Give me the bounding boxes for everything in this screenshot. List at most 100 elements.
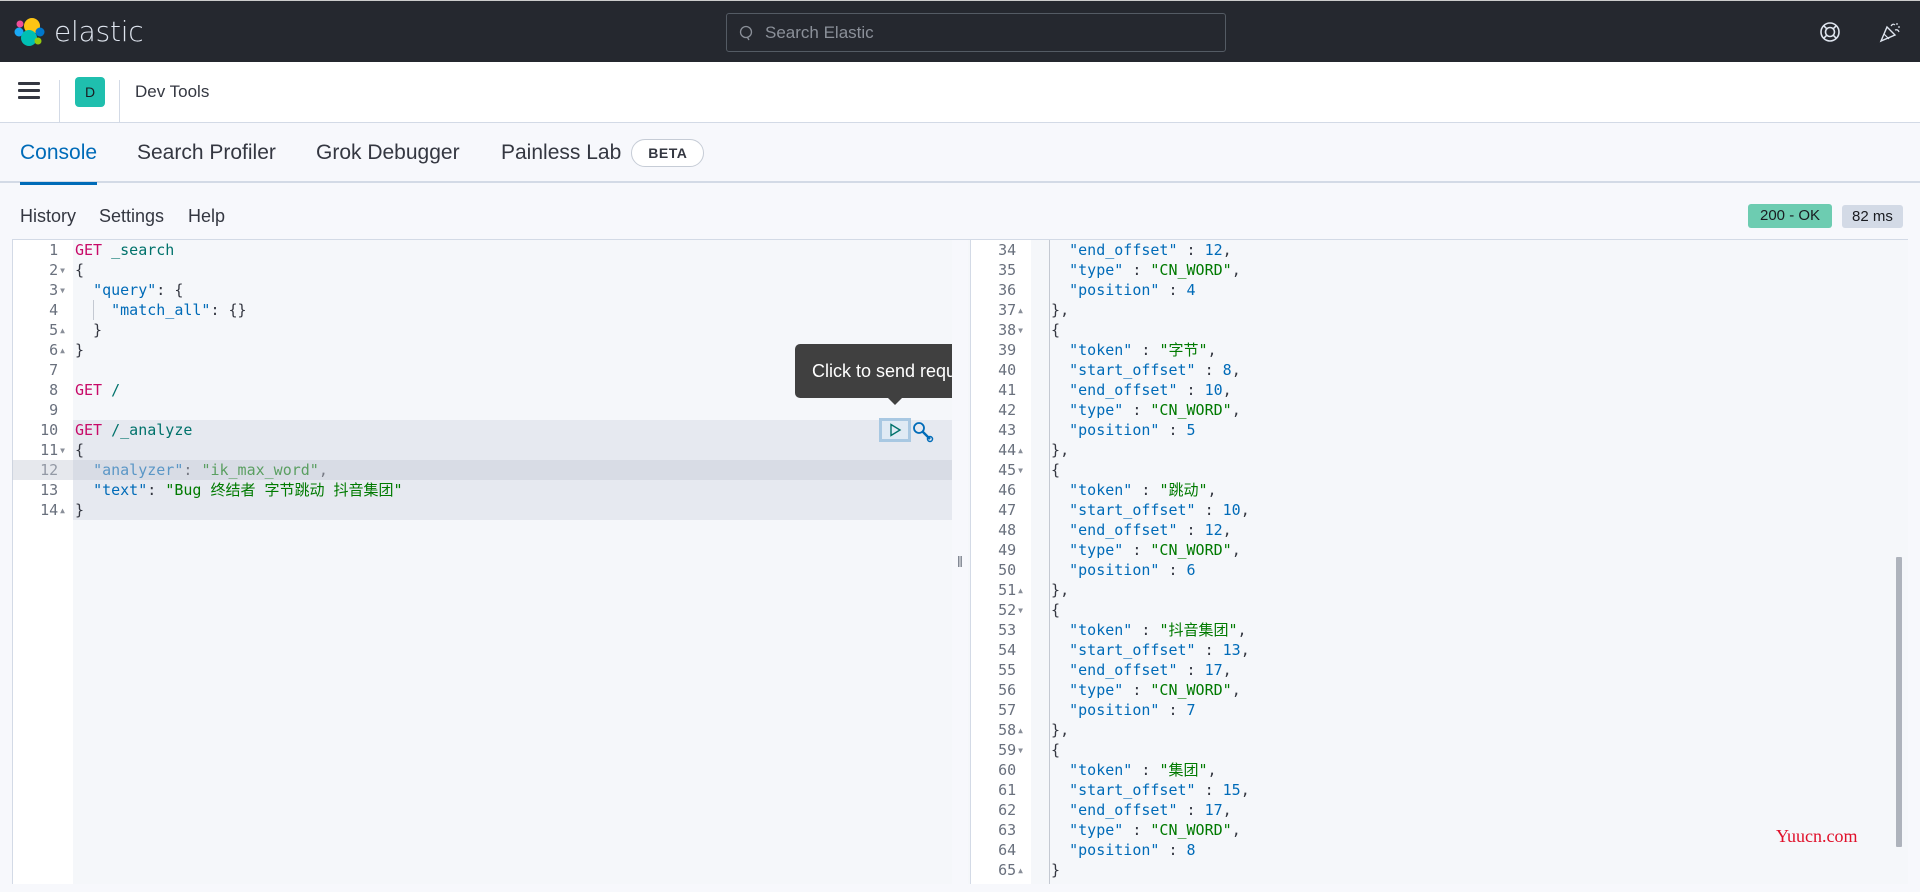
fold-caret-down-icon[interactable]: ▼ [1018, 606, 1023, 615]
code-token: , [1222, 521, 1232, 539]
status-badge: 200 - OK [1748, 204, 1833, 228]
code-token: } [75, 321, 103, 339]
elastic-logo[interactable]: elastic [14, 15, 144, 48]
code-token: 17 [1204, 661, 1223, 679]
code-token: GET [75, 421, 103, 439]
fold-caret-down-icon[interactable]: ▼ [1018, 466, 1023, 475]
code-token: , [1207, 481, 1217, 499]
line-number: 42▼ [998, 401, 1017, 419]
top-header: elastic [0, 0, 1920, 62]
code-token: : [1177, 381, 1205, 399]
line-number: 64▼ [998, 841, 1017, 859]
code-token: } [1033, 861, 1061, 879]
code-token: "start_offset" [1069, 361, 1196, 379]
help-link[interactable]: Help [188, 206, 225, 227]
code-line: }, [1031, 720, 1908, 740]
fold-caret-up-icon[interactable]: ▲ [60, 326, 65, 335]
dev-tools-tabs: Console Search Profiler Grok Debugger Pa… [0, 123, 1920, 185]
line-number: 6 ▲ [49, 341, 65, 359]
code-token: "CN_WORD" [1150, 541, 1232, 559]
code-token: "CN_WORD" [1150, 261, 1232, 279]
panel-resizer[interactable]: ‖ [952, 240, 968, 884]
fold-caret-up-icon[interactable]: ▲ [1018, 306, 1023, 315]
code-token: : [1123, 681, 1151, 699]
code-token: , [1231, 541, 1241, 559]
cursor-line-highlight [12, 460, 952, 480]
code-line: } [73, 320, 952, 340]
tab-label: Grok Debugger [316, 141, 460, 164]
code-token: 15 [1222, 781, 1241, 799]
newsfeed-party-icon[interactable] [1878, 20, 1902, 44]
code-line: }, [1031, 580, 1908, 600]
line-number: 45 ▼ [998, 461, 1023, 479]
output-scrollbar[interactable] [1896, 557, 1902, 847]
code-token: "start_offset" [1069, 781, 1196, 799]
code-token: { [1033, 461, 1061, 479]
breadcrumb-dev-tools: Dev Tools [135, 82, 210, 101]
line-number: 48▼ [998, 521, 1017, 539]
line-number: 36▼ [998, 281, 1017, 299]
search-input[interactable] [765, 22, 1205, 43]
fold-caret-down-icon[interactable]: ▼ [60, 266, 65, 275]
line-number: 62▼ [998, 801, 1017, 819]
tab-console[interactable]: Console [20, 123, 98, 185]
fold-caret-up-icon[interactable]: ▲ [1018, 586, 1023, 595]
fold-caret-up-icon[interactable]: ▲ [60, 506, 65, 515]
code-token: : [1132, 481, 1160, 499]
response-output[interactable]: 34▼35▼36▼37▲38▼39▼40▼41▼42▼43▼44▲45▼46▼4… [968, 240, 1908, 884]
code-token: 7 [1186, 701, 1196, 719]
app-navbar: D Dev Tools [0, 62, 1920, 124]
code-line: { [1031, 600, 1908, 620]
space-avatar[interactable]: D [75, 77, 105, 107]
tab-label: Console [20, 141, 98, 164]
fold-caret-up-icon[interactable]: ▲ [60, 346, 65, 355]
code-token: }, [1033, 581, 1070, 599]
resize-handle-icon: ‖ [956, 553, 964, 571]
code-token: { [1033, 321, 1061, 339]
line-number: 51 ▲ [998, 581, 1023, 599]
code-token: "CN_WORD" [1150, 681, 1232, 699]
hamburger-icon[interactable] [18, 82, 40, 100]
code-token: { [75, 261, 85, 279]
code-token: , [1222, 381, 1232, 399]
line-number: 44 ▲ [998, 441, 1023, 459]
code-token: , [1240, 641, 1250, 659]
line-number: 41▼ [998, 381, 1017, 399]
code-line: "type" : "CN_WORD", [1031, 680, 1908, 700]
wrench-icon[interactable] [910, 420, 934, 444]
fold-caret-down-icon[interactable]: ▼ [60, 286, 65, 295]
line-number: 53▼ [998, 621, 1017, 639]
history-link[interactable]: History [20, 206, 76, 227]
fold-caret-up-icon[interactable]: ▲ [1018, 446, 1023, 455]
fold-caret-down-icon[interactable]: ▼ [1018, 326, 1023, 335]
code-token: "type" [1069, 541, 1124, 559]
code-token: } [75, 341, 85, 359]
request-editor[interactable]: 1▼2▼3▼4▼5▲6▲7▼8▼9▼10▼11▼12▼13▼14▲ GET _s… [12, 240, 952, 884]
tab-painless-lab[interactable]: Painless Lab BETA [501, 123, 705, 183]
code-token: : [1123, 261, 1151, 279]
fold-caret-up-icon[interactable]: ▲ [1018, 866, 1023, 875]
tab-label: Search Profiler [137, 141, 276, 164]
help-lifebuoy-icon[interactable] [1818, 20, 1842, 44]
editor-code[interactable]: GET _search{ "query": { "match_all": {} … [73, 240, 952, 884]
code-line: "token" : "抖音集团", [1031, 620, 1908, 640]
fold-caret-down-icon[interactable]: ▼ [60, 446, 65, 455]
line-number: 43▼ [998, 421, 1017, 439]
send-request-button[interactable] [879, 418, 911, 442]
fold-caret-up-icon[interactable]: ▲ [1018, 726, 1023, 735]
code-token: "字节" [1159, 341, 1208, 359]
code-token: : [1177, 661, 1205, 679]
code-line: "end_offset" : 17, [1031, 800, 1908, 820]
tab-grok-debugger[interactable]: Grok Debugger [316, 123, 460, 183]
code-token: "start_offset" [1069, 641, 1196, 659]
settings-link[interactable]: Settings [99, 206, 164, 227]
code-token: _search [111, 241, 175, 259]
tab-search-profiler[interactable]: Search Profiler [137, 123, 276, 183]
fold-caret-down-icon[interactable]: ▼ [1018, 746, 1023, 755]
global-search[interactable] [726, 13, 1226, 52]
